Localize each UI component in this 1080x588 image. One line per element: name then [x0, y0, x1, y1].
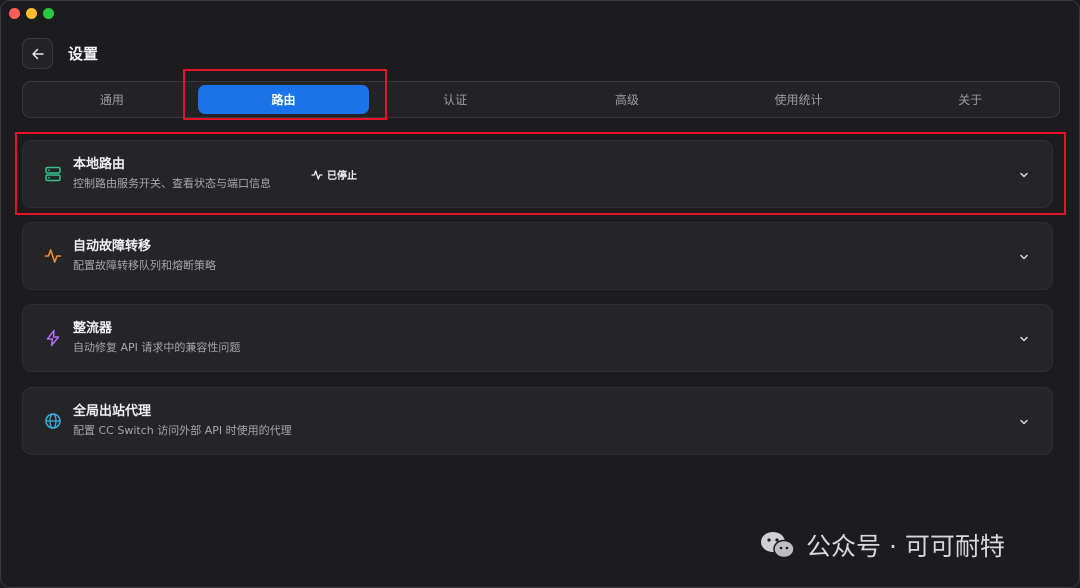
status-badge: 已停止: [311, 167, 357, 182]
card-description: 配置故障转移队列和熔断策略: [73, 259, 216, 272]
chevron-down-icon[interactable]: [1016, 167, 1032, 183]
close-window-button[interactable]: [9, 8, 20, 19]
chevron-down-icon[interactable]: [1016, 249, 1032, 265]
card-text: 全局出站代理 配置 CC Switch 访问外部 API 时使用的代理: [73, 403, 292, 439]
card-description: 配置 CC Switch 访问外部 API 时使用的代理: [73, 424, 292, 437]
card-description: 自动修复 API 请求中的兼容性问题: [73, 341, 241, 354]
wechat-icon: [761, 532, 795, 559]
maximize-window-button[interactable]: [43, 8, 54, 19]
status-text: 已停止: [327, 171, 357, 182]
chevron-down-icon[interactable]: [1016, 414, 1032, 430]
tab-about[interactable]: 关于: [884, 85, 1056, 114]
activity-icon: [311, 169, 323, 180]
card-text: 本地路由 控制路由服务开关、查看状态与端口信息: [73, 156, 271, 192]
back-button[interactable]: [22, 38, 53, 69]
watermark-text: 公众号 · 可可耐特: [806, 532, 1005, 561]
card-title: 本地路由: [73, 157, 126, 172]
tab-advanced[interactable]: 高级: [541, 85, 713, 114]
card-text: 整流器 自动修复 API 请求中的兼容性问题: [73, 320, 240, 356]
card-auto-failover[interactable]: 自动故障转移 配置故障转移队列和熔断策略: [22, 222, 1053, 290]
card-title: 全局出站代理: [73, 404, 152, 419]
arrow-left-icon: [31, 48, 44, 59]
page-title: 设置: [68, 45, 99, 63]
settings-tabs: 通用 路由 认证 高级 使用统计 关于: [22, 81, 1060, 118]
tab-usage-stats[interactable]: 使用统计: [713, 85, 885, 114]
header: 设置: [22, 38, 98, 69]
card-local-routing[interactable]: 本地路由 控制路由服务开关、查看状态与端口信息 已停止: [22, 140, 1053, 208]
tab-general[interactable]: 通用: [26, 85, 198, 114]
card-text: 自动故障转移 配置故障转移队列和熔断策略: [73, 238, 216, 274]
chevron-down-icon[interactable]: [1016, 331, 1032, 347]
card-global-proxy[interactable]: 全局出站代理 配置 CC Switch 访问外部 API 时使用的代理: [22, 387, 1053, 455]
card-description: 控制路由服务开关、查看状态与端口信息: [73, 177, 271, 190]
card-rectifier[interactable]: 整流器 自动修复 API 请求中的兼容性问题: [22, 304, 1053, 372]
settings-window: 设置 通用 路由 认证 高级 使用统计 关于 本地路由 控制路由服务开关、查看状…: [0, 0, 1080, 588]
card-title: 自动故障转移: [73, 239, 152, 254]
tab-routing[interactable]: 路由: [197, 85, 370, 114]
tab-auth[interactable]: 认证: [369, 85, 541, 114]
activity-icon: [43, 246, 63, 266]
lightning-icon: [43, 328, 63, 348]
watermark: 公众号 · 可可耐特: [758, 527, 1005, 563]
server-icon: [43, 164, 63, 184]
window-controls: [9, 8, 54, 19]
card-title: 整流器: [73, 321, 113, 336]
globe-icon: [43, 411, 63, 431]
minimize-window-button[interactable]: [26, 8, 37, 19]
